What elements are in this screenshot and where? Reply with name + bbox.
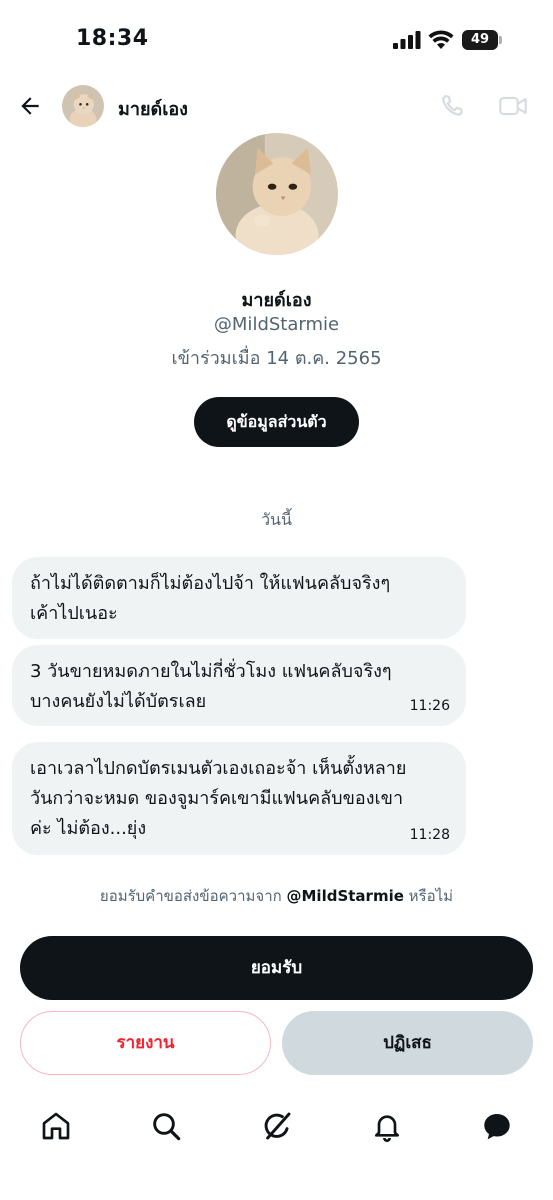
phone-icon[interactable]: [438, 92, 466, 120]
message-time: 11:26: [409, 698, 450, 714]
header-avatar[interactable]: [62, 85, 104, 127]
message-bubble[interactable]: ถ้าไม่ได้ติดตามก็ไม่ต้องไปจ้า ให้แฟนคลับ…: [12, 557, 466, 639]
wifi-icon: [428, 30, 454, 49]
view-profile-button[interactable]: ดูข้อมูลส่วนตัว: [194, 397, 359, 447]
message-line: เค้าไปเนอะ: [30, 603, 118, 624]
battery-icon: 49: [462, 30, 502, 50]
profile-name: มายด์เอง: [241, 290, 312, 311]
messages-icon[interactable]: [481, 1110, 513, 1142]
notifications-bell-icon[interactable]: [371, 1110, 403, 1142]
status-time: 18:34: [76, 26, 149, 51]
decline-button[interactable]: ปฏิเสธ: [282, 1011, 533, 1075]
bottom-navigation: [0, 1100, 553, 1156]
message-line: วันกว่าจะหมด ของจูมาร์คเขามีแฟนคลับของเข…: [30, 788, 404, 809]
message-bubble[interactable]: 3 วันขายหมดภายในไม่กี่ชั่วโมง แฟนคลับจริ…: [12, 645, 466, 726]
battery-tip: [499, 36, 502, 44]
message-line: ถ้าไม่ได้ติดตามก็ไม่ต้องไปจ้า ให้แฟนคลับ…: [30, 573, 391, 594]
cat-profile-image: [216, 133, 338, 255]
profile-avatar[interactable]: [216, 133, 338, 255]
message-text: 3 วันขายหมดภายในไม่กี่ชั่วโมง แฟนคลับจริ…: [30, 657, 460, 717]
header-name[interactable]: มายด์เอง: [118, 94, 188, 123]
question-handle[interactable]: @MildStarmie: [287, 887, 404, 905]
date-separator: วันนี้: [261, 510, 292, 529]
message-bubble[interactable]: เอาเวลาไปกดบัตรเมนตัวเองเถอะจ้า เห็นตั้ง…: [12, 742, 466, 855]
accept-button[interactable]: ยอมรับ: [20, 936, 533, 1000]
home-icon[interactable]: [40, 1110, 72, 1142]
video-camera-icon[interactable]: [498, 92, 528, 120]
message-text: เอาเวลาไปกดบัตรเมนตัวเองเถอะจ้า เห็นตั้ง…: [30, 754, 460, 844]
battery-level: 49: [462, 30, 498, 50]
search-icon[interactable]: [150, 1110, 182, 1142]
profile-joined-date: เข้าร่วมเมื่อ 14 ต.ค. 2565: [171, 348, 382, 369]
grok-icon[interactable]: [261, 1110, 293, 1142]
signal-icon: [393, 31, 421, 49]
conversation-header: มายด์เอง: [0, 80, 553, 132]
back-button[interactable]: [14, 90, 46, 122]
cat-avatar-image: [62, 85, 104, 127]
back-arrow-icon: [21, 97, 39, 115]
status-bar: 18:34 49: [0, 0, 553, 80]
accept-request-question: ยอมรับคำขอส่งข้อความจาก @MildStarmie หรื…: [0, 884, 553, 908]
report-button[interactable]: รายงาน: [20, 1011, 271, 1075]
message-time: 11:28: [409, 827, 450, 843]
message-text: ถ้าไม่ได้ติดตามก็ไม่ต้องไปจ้า ให้แฟนคลับ…: [30, 569, 460, 629]
question-suffix: หรือไม่: [408, 887, 454, 905]
message-line: 3 วันขายหมดภายในไม่กี่ชั่วโมง แฟนคลับจริ…: [30, 661, 392, 682]
question-prefix: ยอมรับคำขอส่งข้อความจาก: [99, 887, 282, 905]
profile-handle: @MildStarmie: [213, 314, 340, 335]
message-line: ค่ะ ไม่ต้อง...ยุ่ง: [30, 818, 147, 839]
message-line: เอาเวลาไปกดบัตรเมนตัวเองเถอะจ้า เห็นตั้ง…: [30, 758, 407, 779]
message-line: บางคนยังไม่ได้บัตรเลย: [30, 691, 207, 712]
